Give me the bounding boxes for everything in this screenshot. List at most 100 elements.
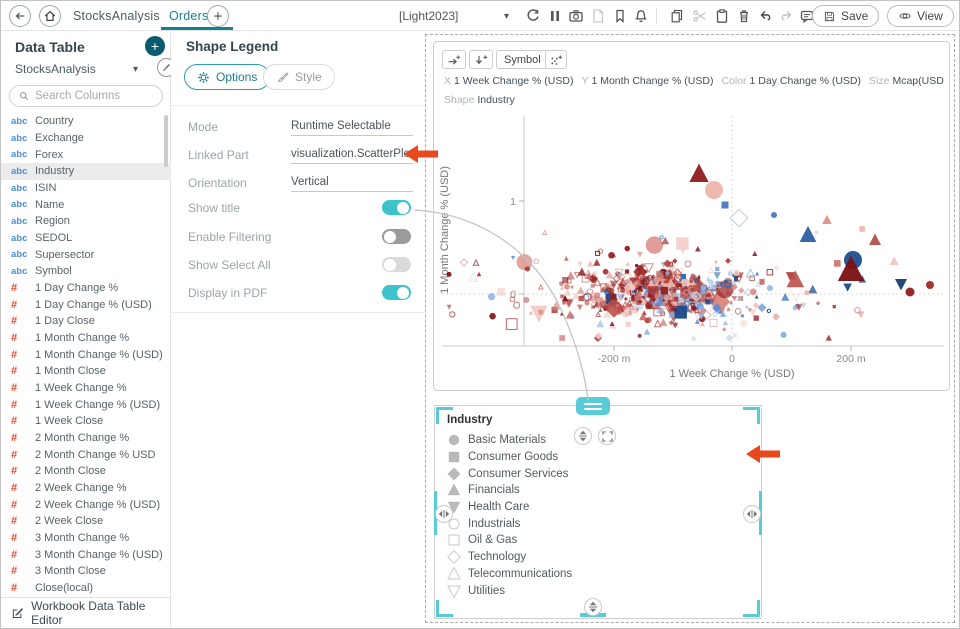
column-item[interactable]: abcSupersector: [1, 246, 171, 263]
column-item[interactable]: #2 Week Change % (USD): [1, 496, 171, 513]
column-item[interactable]: #1 Week Change %: [1, 380, 171, 397]
column-item[interactable]: abcIndustry: [1, 163, 171, 180]
text-type-icon: abc: [11, 216, 35, 227]
column-item[interactable]: abcSymbol: [1, 263, 171, 280]
view-button[interactable]: View: [887, 5, 954, 27]
column-item[interactable]: #Close(local): [1, 580, 171, 597]
maximize-button[interactable]: [598, 427, 616, 445]
legend-item[interactable]: Basic Materials: [447, 432, 572, 449]
binding-value[interactable]: Industry: [477, 94, 514, 106]
home-button[interactable]: [39, 5, 61, 27]
property-value[interactable]: visualization.ScatterPlot1: [291, 148, 413, 164]
axis-bindings-row-1[interactable]: X1 Week Change % (USD)Y1 Month Change % …: [444, 75, 944, 90]
shape-legend-part[interactable]: Industry Basic MaterialsConsumer GoodsCo…: [434, 405, 762, 619]
toggle-switch[interactable]: [382, 200, 411, 215]
property-value[interactable]: Runtime Selectable: [291, 120, 413, 136]
toggle-switch[interactable]: [382, 229, 411, 244]
notifications-icon[interactable]: [633, 8, 649, 24]
column-label: Industry: [35, 165, 74, 177]
search-columns-input[interactable]: [35, 90, 145, 102]
text-type-icon: abc: [11, 233, 35, 244]
refresh-icon[interactable]: [525, 8, 541, 24]
column-item[interactable]: #1 Month Change % (USD): [1, 346, 171, 363]
column-item[interactable]: #1 Week Close: [1, 413, 171, 430]
add-y-axis-button[interactable]: [469, 50, 493, 69]
column-item[interactable]: #1 Day Close: [1, 313, 171, 330]
redo-icon[interactable]: [778, 8, 794, 24]
save-button[interactable]: Save: [812, 5, 879, 27]
column-list-scrollbar[interactable]: [164, 115, 168, 167]
workbook-data-table-editor-button[interactable]: Workbook Data Table Editor: [1, 597, 171, 627]
cut-icon[interactable]: [692, 8, 708, 24]
search-columns-box[interactable]: [9, 85, 163, 107]
tab-style[interactable]: Style: [263, 64, 335, 90]
drag-handle[interactable]: [576, 397, 610, 415]
column-item[interactable]: abcRegion: [1, 213, 171, 230]
scatter-plot-panel[interactable]: Symbol X1 Week Change % (USD)Y1 Month Ch…: [433, 41, 950, 391]
column-item[interactable]: #1 Day Change %: [1, 280, 171, 297]
add-data-table-button[interactable]: +: [145, 36, 165, 56]
legend-item[interactable]: Consumer Goods: [447, 449, 572, 466]
legend-item[interactable]: Telecommunications: [447, 566, 572, 583]
back-button[interactable]: [9, 5, 31, 27]
column-item[interactable]: #2 Month Change % USD: [1, 446, 171, 463]
legend-item[interactable]: Financials: [447, 482, 572, 499]
column-item[interactable]: #3 Month Change %: [1, 530, 171, 547]
scatter-plot-area[interactable]: 1 0 -200 m 0 200 m 1 Week Change % (USD)…: [434, 108, 950, 390]
legend-item[interactable]: Industrials: [447, 515, 572, 532]
bookmark-icon[interactable]: [612, 8, 628, 24]
pause-icon[interactable]: [547, 8, 563, 24]
legend-items: Basic MaterialsConsumer GoodsConsumer Se…: [447, 432, 572, 599]
tab-options[interactable]: Options: [184, 64, 270, 90]
column-item[interactable]: #3 Month Change % (USD): [1, 546, 171, 563]
resize-bottom-button[interactable]: [584, 598, 602, 616]
column-item[interactable]: #1 Month Close: [1, 363, 171, 380]
column-item[interactable]: abcForex: [1, 146, 171, 163]
add-tab-button[interactable]: [207, 5, 229, 27]
legend-item[interactable]: Utilities: [447, 582, 572, 599]
workbook-theme-label[interactable]: [Light2023]: [399, 1, 458, 31]
diamond-shape-icon: [447, 550, 461, 564]
resize-right-button[interactable]: [743, 505, 761, 523]
binding-value[interactable]: Mcap(USD): [892, 75, 944, 87]
resize-left-button[interactable]: [435, 505, 453, 523]
column-item[interactable]: abcExchange: [1, 130, 171, 147]
column-item[interactable]: #1 Month Change %: [1, 330, 171, 347]
datasource-selector[interactable]: StocksAnalysis ▾: [15, 59, 165, 79]
paste-icon[interactable]: [714, 8, 730, 24]
export-pdf-icon[interactable]: [590, 8, 606, 24]
property-value[interactable]: Vertical: [291, 176, 413, 192]
binding-value[interactable]: 1 Week Change % (USD): [454, 75, 573, 87]
column-item[interactable]: abcSEDOL: [1, 230, 171, 247]
vertical-fit-button[interactable]: [574, 427, 592, 445]
symbol-chip[interactable]: Symbol: [496, 50, 549, 69]
binding-value[interactable]: 1 Day Change % (USD): [750, 75, 861, 87]
column-item[interactable]: #2 Month Change %: [1, 430, 171, 447]
column-item[interactable]: #2 Week Close: [1, 513, 171, 530]
toggle-switch[interactable]: [382, 285, 411, 300]
column-item[interactable]: #2 Week Change %: [1, 480, 171, 497]
column-item[interactable]: #3 Month Close: [1, 563, 171, 580]
axis-bindings-row-2[interactable]: ShapeIndustry: [444, 94, 944, 109]
legend-item[interactable]: Consumer Services: [447, 465, 572, 482]
column-item[interactable]: abcName: [1, 196, 171, 213]
add-x-axis-button[interactable]: [442, 50, 466, 69]
legend-item[interactable]: Technology: [447, 549, 572, 566]
add-symbol-button[interactable]: [545, 50, 567, 69]
undo-icon[interactable]: [758, 8, 774, 24]
column-item[interactable]: #1 Week Change % (USD): [1, 396, 171, 413]
copy-icon[interactable]: [669, 8, 685, 24]
tab-stocksanalysis[interactable]: StocksAnalysis: [73, 1, 160, 31]
scatter-points[interactable]: [447, 164, 934, 342]
column-item[interactable]: #1 Day Change % (USD): [1, 296, 171, 313]
binding-value[interactable]: 1 Month Change % (USD): [591, 75, 713, 87]
column-item[interactable]: abcISIN: [1, 180, 171, 197]
workbook-dropdown[interactable]: ▾: [504, 1, 509, 31]
column-item[interactable]: #2 Month Close: [1, 463, 171, 480]
legend-title: Industry: [447, 414, 492, 426]
snapshot-icon[interactable]: [568, 8, 584, 24]
column-item[interactable]: abcCountry: [1, 113, 171, 130]
legend-item[interactable]: Health Care: [447, 499, 572, 516]
legend-item[interactable]: Oil & Gas: [447, 532, 572, 549]
delete-icon[interactable]: [736, 8, 752, 24]
